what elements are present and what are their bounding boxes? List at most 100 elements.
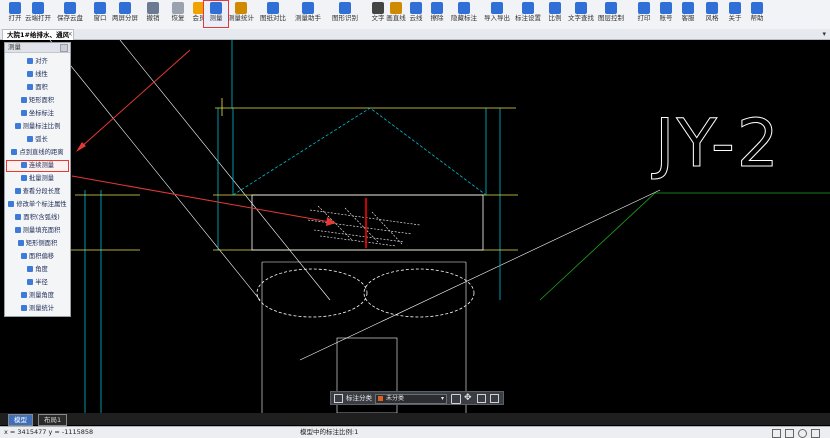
edit-icon[interactable]: [451, 394, 461, 404]
sheet-tab-bar: 模型 布局1: [0, 413, 830, 426]
revcloud-icon: [410, 2, 422, 14]
panel-item[interactable]: 批量测量: [7, 174, 68, 184]
panel-item[interactable]: 测量统计: [7, 304, 68, 314]
measure-tool-icon: [27, 266, 34, 272]
grid-icon[interactable]: [334, 394, 343, 403]
toolbar-button-cloud-save[interactable]: 保存云盘: [57, 1, 83, 27]
toolbar-button-text-search[interactable]: 文字查找: [568, 1, 594, 27]
panel-item-label: 矩形侧面积: [25, 240, 58, 247]
measure-tool-icon: [14, 123, 21, 129]
toolbar-button-help[interactable]: 帮助: [745, 1, 769, 27]
dashed-ellipse: [256, 268, 368, 318]
panel-item-label: 角度: [35, 266, 48, 273]
measure-tool-icon: [17, 240, 24, 246]
measure-tool-icon: [8, 201, 15, 207]
panel-item[interactable]: 查看分段长度: [7, 187, 68, 197]
panel-item-label: 弧长: [35, 136, 48, 143]
drawing-line: [119, 40, 331, 301]
import-export-icon: [491, 2, 503, 14]
document-tab[interactable]: 大院1#给排水、通风: [2, 29, 74, 40]
category-select[interactable]: 未分类 ▾: [375, 394, 447, 404]
panel-item[interactable]: 线性: [7, 70, 68, 80]
panel-item[interactable]: 对齐: [7, 57, 68, 67]
measure-tool-icon: [27, 84, 34, 90]
drawing-canvas[interactable]: JY-2: [0, 40, 830, 413]
measure-tool-icon: [20, 162, 27, 168]
measure-tool-icon: [20, 292, 27, 298]
panel-item[interactable]: 矩形侧面积: [7, 239, 68, 249]
panel-item-label: 批量测量: [28, 175, 55, 182]
measure-stats-icon: [235, 2, 247, 14]
panel-item[interactable]: 矩形面积: [7, 96, 68, 106]
toolbar-button-measure-assistant[interactable]: 测量助手: [295, 1, 321, 27]
panel-item[interactable]: 弧长: [7, 135, 68, 145]
panel-item-label: 测量填充面积: [22, 227, 61, 234]
panel-item-label: 线性: [35, 71, 48, 78]
panel-item[interactable]: 半径: [7, 278, 68, 288]
support-icon: [682, 2, 694, 14]
scale-icon: [549, 2, 561, 14]
measure-tool-icon: [27, 71, 34, 77]
annotation-settings-icon: [522, 2, 534, 14]
annotation-scale-text: 模型中的标注比例:1: [300, 428, 359, 436]
tab-menu-icon[interactable]: ▾: [822, 29, 826, 39]
line-icon: [390, 2, 402, 14]
measure-icon: [210, 2, 222, 14]
toolbar-button-layer-control[interactable]: 图层控制: [598, 1, 624, 27]
measure-tool-icon: [15, 214, 22, 220]
measure-assistant-icon: [302, 2, 314, 14]
panel-item-label: 点到直线的距离: [19, 149, 64, 156]
toolbar-button-shape-recognize[interactable]: 图形识别: [332, 1, 358, 27]
close-tab-icon[interactable]: ×: [67, 29, 73, 39]
toolbar-button-cloud-open[interactable]: 云端打开: [25, 1, 51, 27]
panel-item-label: 连续测量: [28, 162, 55, 169]
panel-item[interactable]: 修改单个标注属性: [7, 200, 68, 210]
measure-tool-icon: [27, 279, 34, 285]
copy-icon[interactable]: [477, 394, 486, 403]
toolbar-button-import-export[interactable]: 导入导出: [484, 1, 510, 27]
about-icon: [729, 2, 741, 14]
panel-item[interactable]: 连续测量: [6, 160, 69, 172]
measure-tool-icon: [14, 227, 21, 233]
sheet-tab-model[interactable]: 模型: [8, 414, 33, 426]
text-icon: [372, 2, 384, 14]
help-icon: [751, 2, 763, 14]
panel-item[interactable]: 角度: [7, 265, 68, 275]
drawing-line: [49, 40, 261, 301]
measure-tool-icon: [20, 110, 27, 116]
hatch-pattern: [307, 205, 421, 247]
measure-tool-icon: [14, 188, 21, 194]
red-arrow: [76, 49, 191, 152]
panel-item[interactable]: 测量填充面积: [7, 226, 68, 236]
eraser-icon: [431, 2, 443, 14]
panel-item[interactable]: 点到直线的距离: [7, 148, 68, 158]
panel-item[interactable]: 坐标标注: [7, 109, 68, 119]
panel-item-label: 对齐: [35, 58, 48, 65]
toolbar-button-measure-stats[interactable]: 测量统计: [228, 1, 254, 27]
toolbar-button-label: 图纸对比: [260, 14, 286, 22]
panel-item-label: 测量标注比例: [22, 123, 61, 130]
panel-pin-icon[interactable]: [60, 44, 68, 52]
measure-tool-icon: [20, 305, 27, 311]
panel-item[interactable]: 面积(含弧线): [7, 213, 68, 223]
panel-item[interactable]: 面积偏移: [7, 252, 68, 262]
move-icon[interactable]: ✥: [464, 392, 472, 404]
measure-tool-icon: [11, 149, 18, 155]
panel-item[interactable]: 面积: [7, 83, 68, 93]
cloud-open-icon: [32, 2, 44, 14]
annotation-category-bar: 标注分类 未分类 ▾ ✥: [330, 391, 504, 405]
panel-item-label: 面积偏移: [28, 253, 55, 260]
panel-item[interactable]: 测量标注比例: [7, 122, 68, 132]
document-tab-bar: 大院1#给排水、通风 × ▾: [0, 29, 830, 40]
toolbar-button-compare[interactable]: 图纸对比: [260, 1, 286, 27]
theme-icon: [706, 2, 718, 14]
toolbar-button-hide-annotation[interactable]: 隐藏标注: [451, 1, 477, 27]
shape-recognize-icon: [339, 2, 351, 14]
window-icon: [94, 2, 106, 14]
sheet-tab-layout[interactable]: 布局1: [38, 414, 68, 426]
red-arrow: [71, 175, 336, 226]
category-value: 未分类: [386, 395, 405, 402]
paste-icon[interactable]: [490, 394, 499, 403]
panel-item[interactable]: 测量角度: [7, 291, 68, 301]
status-bar: x = 3415477 y = -1115858 模型中的标注比例:1: [0, 426, 830, 438]
